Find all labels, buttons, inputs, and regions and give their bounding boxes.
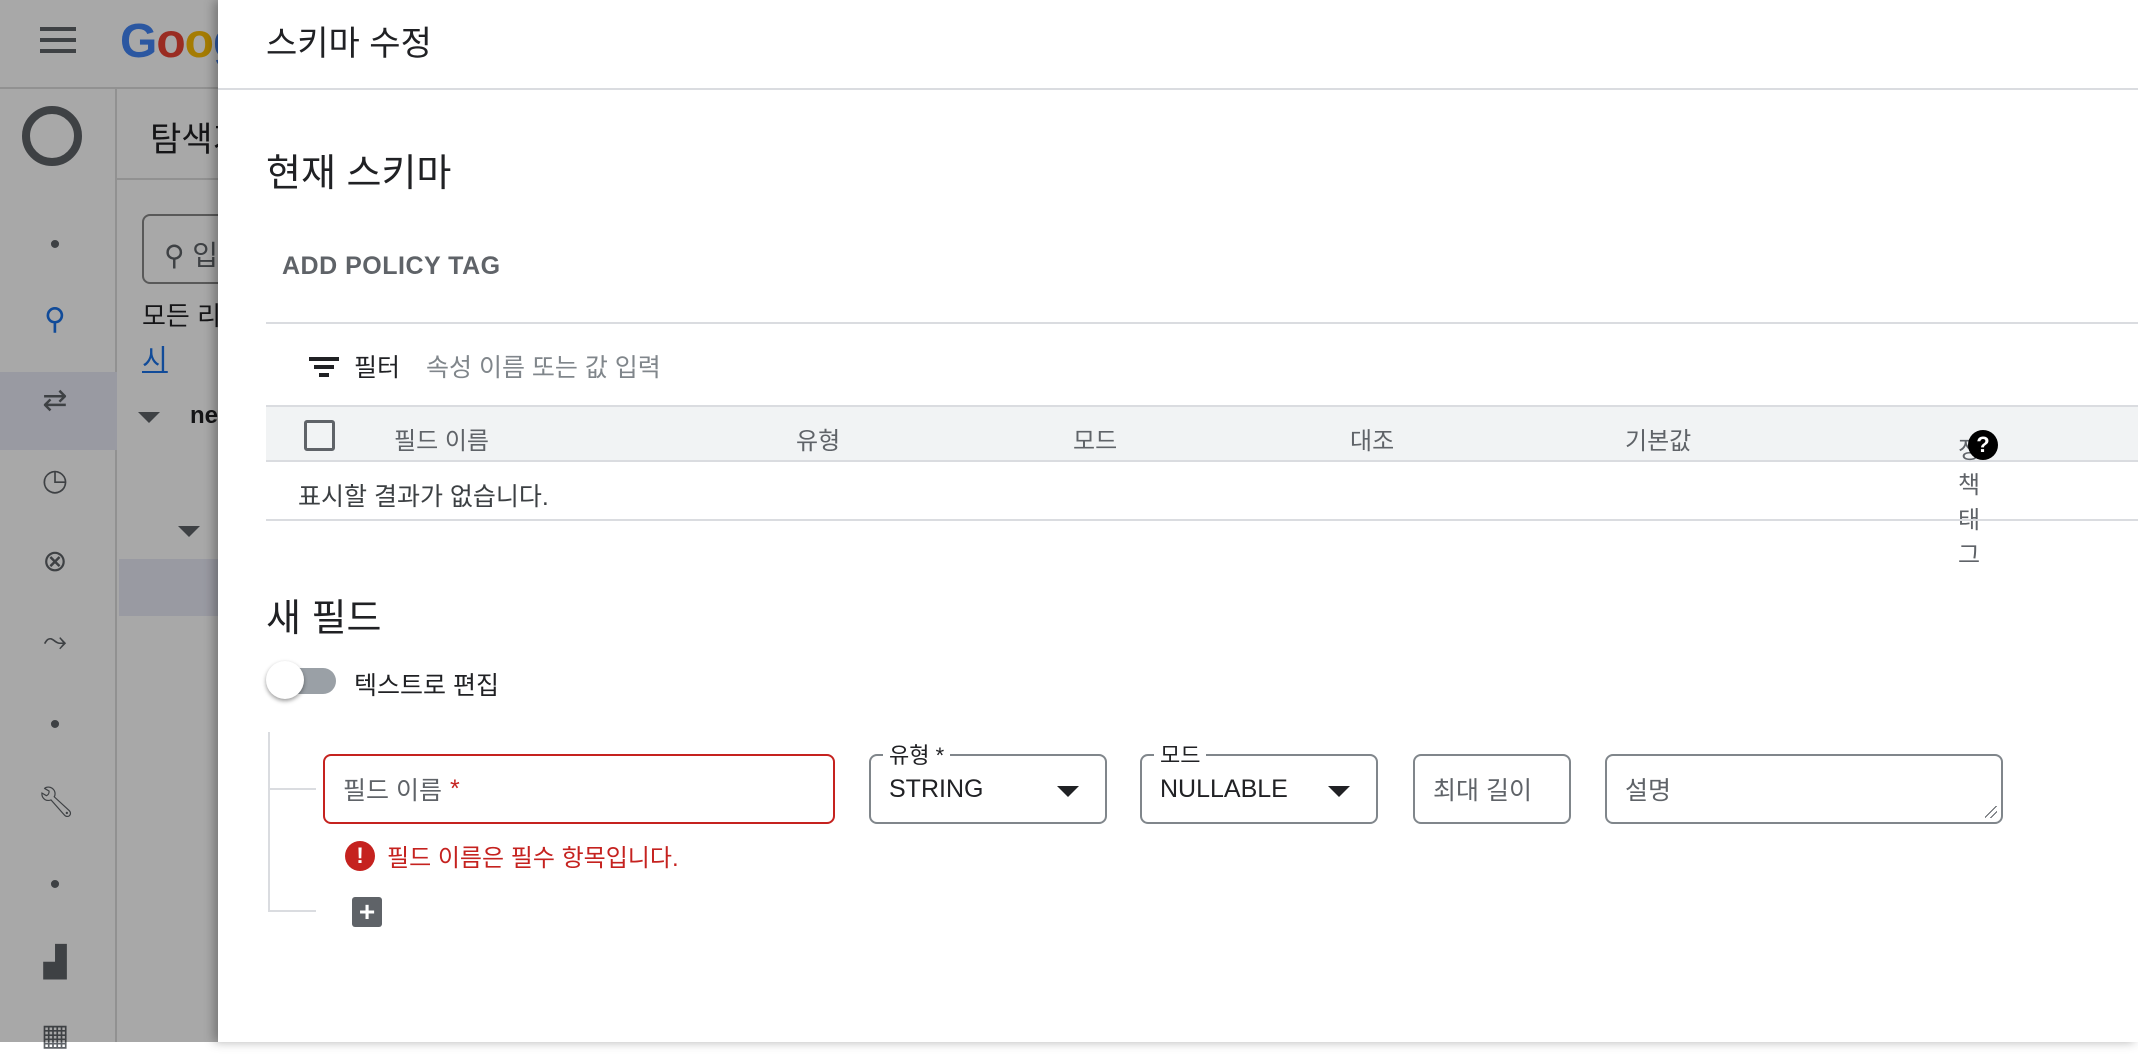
divider [266, 519, 2138, 521]
column-header-default[interactable]: 기본값 [1625, 421, 1691, 456]
edit-as-text-toggle[interactable] [266, 661, 338, 699]
edit-as-text-label: 텍스트로 편집 [354, 672, 499, 700]
filter-label: 필터 [354, 354, 401, 382]
divider [266, 322, 2138, 324]
new-field-heading: 새 필드 [266, 598, 382, 640]
resize-handle-icon[interactable] [1985, 806, 1997, 818]
column-header-mode[interactable]: 모드 [1073, 421, 1117, 456]
panel-title: 스키마 수정 [266, 25, 432, 63]
current-schema-heading: 현재 스키마 [266, 153, 452, 195]
max-length-placeholder: 최대 길이 [1433, 777, 1532, 805]
divider [218, 88, 2138, 90]
filter-input[interactable]: 속성 이름 또는 값 입력 [426, 348, 661, 384]
filter-bar[interactable]: 필터 속성 이름 또는 값 입력 [308, 348, 661, 384]
field-name-input[interactable]: 필드 이름 * [323, 754, 835, 824]
column-header-field-name[interactable]: 필드 이름 [394, 421, 489, 456]
mode-label: 모드 [1154, 738, 1207, 770]
max-length-input[interactable]: 최대 길이 [1413, 754, 1571, 824]
schema-table-header: 필드 이름 유형 모드 대조 기본값 정책 태그? [266, 405, 2138, 569]
description-placeholder: 설명 [1625, 777, 1672, 805]
tree-line [268, 732, 270, 912]
tree-line [268, 788, 316, 790]
column-header-type[interactable]: 유형 [796, 421, 840, 456]
dropdown-arrow-icon [1057, 786, 1079, 797]
description-textarea[interactable]: 설명 [1605, 754, 2003, 824]
select-all-checkbox[interactable] [304, 420, 335, 451]
error-text: 필드 이름은 필수 항목입니다. [387, 845, 679, 872]
field-name-error: ! 필드 이름은 필수 항목입니다. [345, 838, 679, 873]
type-label: 유형 * [883, 738, 951, 770]
mode-select[interactable]: 모드 NULLABLE [1140, 738, 1378, 824]
mode-value: NULLABLE [1160, 774, 1288, 803]
empty-message: 표시할 결과가 없습니다. [298, 483, 549, 511]
type-select[interactable]: 유형 * STRING [869, 738, 1107, 824]
type-value: STRING [889, 774, 984, 803]
add-field-button[interactable]: + [352, 897, 382, 927]
add-policy-tag-button[interactable]: ADD POLICY TAG [282, 252, 501, 281]
help-icon[interactable]: ? [1968, 430, 1998, 460]
tree-line [268, 910, 316, 912]
dropdown-arrow-icon [1328, 786, 1350, 797]
filter-icon [308, 355, 340, 377]
error-icon: ! [345, 840, 375, 871]
required-mark: * [449, 774, 460, 803]
column-header-collation[interactable]: 대조 [1350, 421, 1394, 456]
edit-schema-panel: 스키마 수정 현재 스키마 ADD POLICY TAG 필터 속성 이름 또는… [218, 0, 2138, 1042]
field-name-placeholder: 필드 이름 [343, 777, 442, 805]
